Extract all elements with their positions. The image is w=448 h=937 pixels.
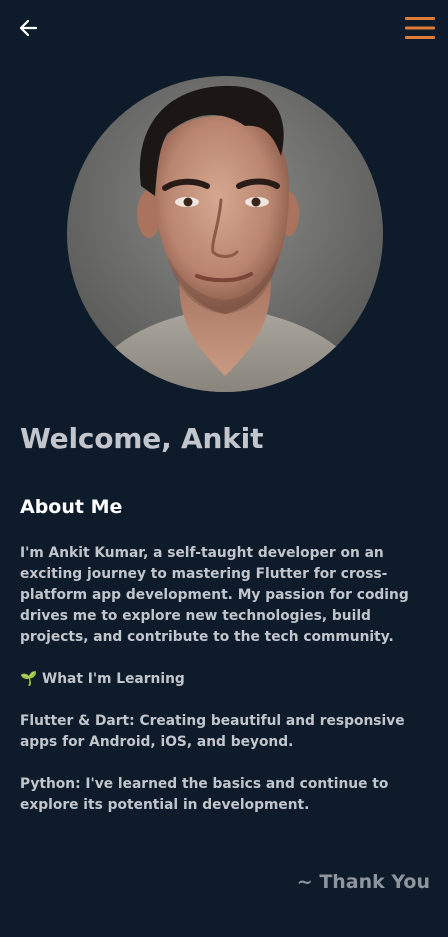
about-content: I'm Ankit Kumar, a self-taught developer… [20, 543, 434, 816]
welcome-title: Welcome, Ankit [20, 422, 264, 455]
about-heading: About Me [20, 496, 123, 518]
learning-heading-line: 🌱 What I'm Learning [20, 669, 434, 690]
sprout-icon: 🌱 [20, 671, 38, 687]
back-button[interactable] [14, 14, 42, 42]
about-intro: I'm Ankit Kumar, a self-taught developer… [20, 545, 409, 645]
arrow-back-icon [19, 19, 38, 37]
flutter-text: Flutter & Dart: Creating beautiful and r… [20, 713, 405, 750]
menu-button[interactable] [402, 12, 438, 44]
learning-heading: What I'm Learning [42, 671, 185, 687]
python-text: Python: I've learned the basics and cont… [20, 776, 389, 813]
menu-icon [405, 17, 435, 39]
app-bar [0, 0, 448, 56]
avatar [67, 76, 383, 392]
thank-you-text: ~ Thank You [296, 871, 430, 893]
profile-photo [67, 76, 383, 392]
